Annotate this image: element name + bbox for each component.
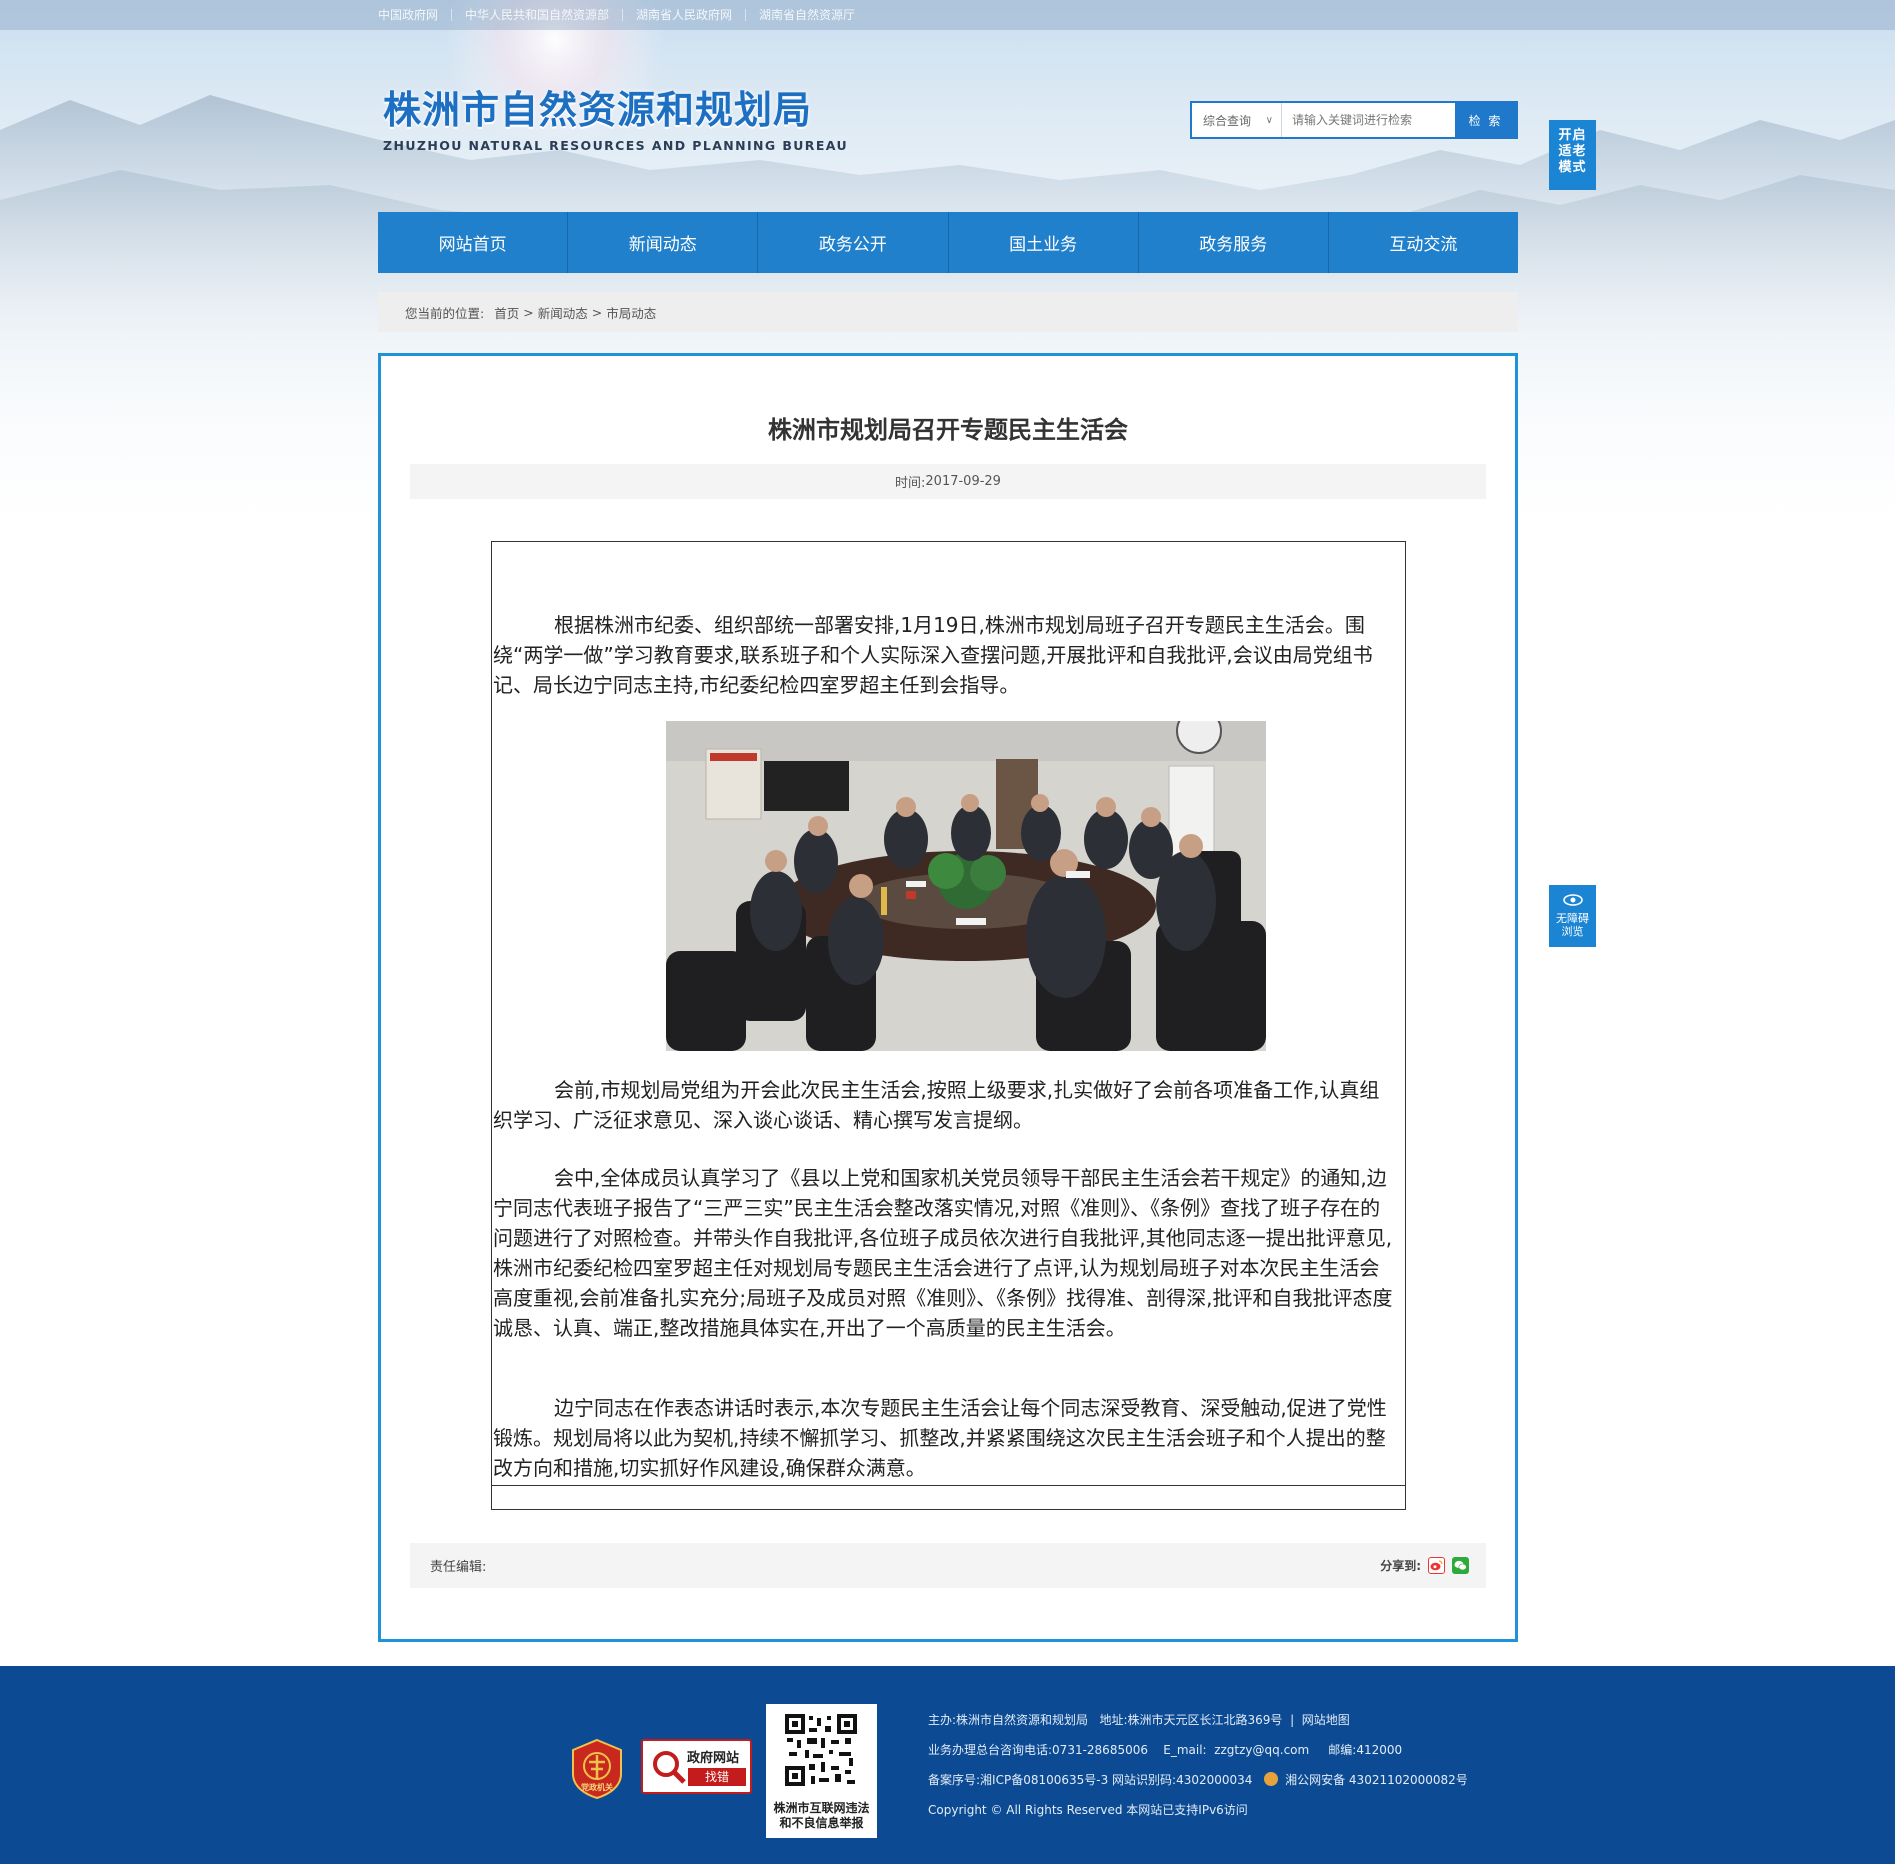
- article-meta: 时间: 2017-09-29: [410, 464, 1486, 499]
- share-label: 分享到:: [1380, 1559, 1421, 1573]
- report-qr-card[interactable]: 株洲市互联网违法 和不良信息举报: [766, 1704, 877, 1838]
- icp-record[interactable]: 备案序号:湘ICP备08100635号-3 网站识别码:4302000034: [928, 1773, 1252, 1787]
- logo-english-title: ZHUZHOU NATURAL RESOURCES AND PLANNING B…: [383, 138, 849, 153]
- search-button[interactable]: 检 索: [1455, 103, 1516, 137]
- site-logo[interactable]: 株洲市自然资源和规划局 ZHUZHOU NATURAL RESOURCES AN…: [383, 88, 848, 153]
- qr-code-icon: [785, 1714, 857, 1790]
- article-paragraph: 边宁同志在作表态讲话时表示,本次专题民主生活会让每个同志深受教育、深受触动,促进…: [493, 1396, 1387, 1480]
- search-scope-label: 综合查询: [1203, 113, 1252, 128]
- top-links-bar: 中国政府网 中华人民共和国自然资源部 湖南省人民政府网 湖南省自然资源厅: [0, 0, 1895, 30]
- search-box: 综合查询 ∨ 检 索: [1190, 101, 1518, 139]
- article-container: 株洲市规划局召开专题民主生活会 时间: 2017-09-29 根据株洲市纪委、组…: [378, 353, 1518, 1642]
- article-footer-bar: 责任编辑: 分享到:: [410, 1543, 1486, 1588]
- party-gov-badge[interactable]: 党政机关: [570, 1738, 624, 1800]
- breadcrumb-home[interactable]: 首页: [494, 303, 519, 322]
- article-body: 根据株洲市纪委、组织部统一部署安排,1月19日,株洲市规划局班子召开专题民主生活…: [491, 541, 1406, 1510]
- accessibility-label: 浏览: [1561, 925, 1584, 938]
- gov-site-error-report-badge[interactable]: 政府网站 找错: [641, 1739, 752, 1794]
- logo-chinese-title: 株洲市自然资源和规划局: [383, 88, 813, 132]
- article-title: 株洲市规划局召开专题民主生活会: [768, 416, 1128, 444]
- site-footer: 党政机关 政府网站 找错 株洲市互联网违法 和不良信息举报 主办:株洲市自然资源…: [0, 1666, 1895, 1864]
- article-body-cell: 根据株洲市纪委、组织部统一部署安排,1月19日,株洲市规划局班子召开专题民主生活…: [492, 542, 1405, 1486]
- nav-item-interaction[interactable]: 互动交流: [1327, 212, 1518, 273]
- breadcrumb-prefix: 您当前的位置:: [405, 305, 485, 321]
- footer-host-address: 主办:株洲市自然资源和规划局 地址:株洲市天元区长江北路369号 | 网站地图: [928, 1713, 1350, 1727]
- search-input[interactable]: [1282, 103, 1455, 137]
- party-gov-label: 党政机关: [581, 1783, 613, 1792]
- accessibility-label: 无障碍: [1556, 912, 1589, 925]
- chevron-down-icon: ∨: [1265, 114, 1273, 126]
- police-badge-icon: [1264, 1772, 1279, 1786]
- wechat-share-icon[interactable]: [1452, 1557, 1469, 1574]
- search-scope-select[interactable]: 综合查询 ∨: [1192, 103, 1282, 137]
- eye-icon: [1549, 894, 1596, 912]
- editor-label: 责任编辑:: [430, 1560, 487, 1575]
- footer-record: 备案序号:湘ICP备08100635号-3 网站识别码:4302000034 湘…: [928, 1765, 1468, 1795]
- police-record[interactable]: 湘公网安备 43021102000082号: [1285, 1773, 1468, 1787]
- breadcrumb-separator: >: [591, 304, 603, 320]
- nav-item-home[interactable]: 网站首页: [378, 212, 567, 273]
- top-link[interactable]: 湖南省人民政府网: [622, 9, 745, 21]
- article-paragraph: 根据株洲市纪委、组织部统一部署安排,1月19日,株洲市规划局班子召开专题民主生活…: [493, 613, 1373, 697]
- nav-item-gov-services[interactable]: 政务服务: [1137, 212, 1328, 273]
- article-paragraph: 会中,全体成员认真学习了《县以上党和国家机关党员领导干部民主生活会若干规定》的通…: [493, 1166, 1393, 1340]
- footer-copyright: Copyright © All Rights Reserved 本网站已支持IP…: [928, 1803, 1248, 1817]
- elder-mode-label: 开启适老模式: [1558, 128, 1587, 175]
- breadcrumb: 您当前的位置: 首页 > 新闻动态 > 市局动态: [378, 292, 1518, 332]
- breadcrumb-separator: >: [523, 304, 534, 320]
- footer-contact: 业务办理总台咨询电话:0731-28685006 E_mail: zzgtzy@…: [928, 1743, 1403, 1757]
- nav-item-gov-affairs[interactable]: 政务公开: [757, 212, 947, 273]
- meeting-photo: [666, 721, 1266, 1051]
- breadcrumb-news[interactable]: 新闻动态: [538, 303, 588, 322]
- nav-item-land-business[interactable]: 国土业务: [947, 212, 1138, 273]
- qr-caption: 株洲市互联网违法 和不良信息举报: [766, 1801, 877, 1831]
- gov-site-label: 政府网站: [687, 1751, 740, 1766]
- qr-caption-line: 株洲市互联网违法: [773, 1801, 870, 1815]
- weibo-share-icon[interactable]: [1428, 1557, 1445, 1574]
- article-paragraph: 会前,市规划局党组为开会此次民主生活会,按照上级要求,扎实做好了会前各项准备工作…: [493, 1078, 1380, 1132]
- main-nav: 网站首页 新闻动态 政务公开 国土业务 政务服务 互动交流: [378, 212, 1518, 273]
- accessibility-button[interactable]: 无障碍 浏览: [1549, 885, 1596, 947]
- nav-item-news[interactable]: 新闻动态: [567, 212, 757, 273]
- time-label: 时间:: [895, 476, 926, 491]
- footer-info: 主办:株洲市自然资源和规划局 地址:株洲市天元区长江北路369号 | 网站地图 …: [928, 1705, 1468, 1825]
- top-link[interactable]: 中华人民共和国自然资源部: [451, 9, 622, 21]
- elder-mode-button[interactable]: 开启适老模式: [1549, 120, 1596, 190]
- qr-caption-line: 和不良信息举报: [779, 1816, 864, 1830]
- breadcrumb-current[interactable]: 市局动态: [606, 303, 656, 322]
- publish-date: 2017-09-29: [925, 474, 1001, 489]
- top-link[interactable]: 湖南省自然资源厅: [745, 9, 868, 21]
- share-group: 分享到:: [1380, 1557, 1469, 1574]
- top-link[interactable]: 中国政府网: [378, 9, 451, 21]
- find-error-label: 找错: [688, 1768, 746, 1786]
